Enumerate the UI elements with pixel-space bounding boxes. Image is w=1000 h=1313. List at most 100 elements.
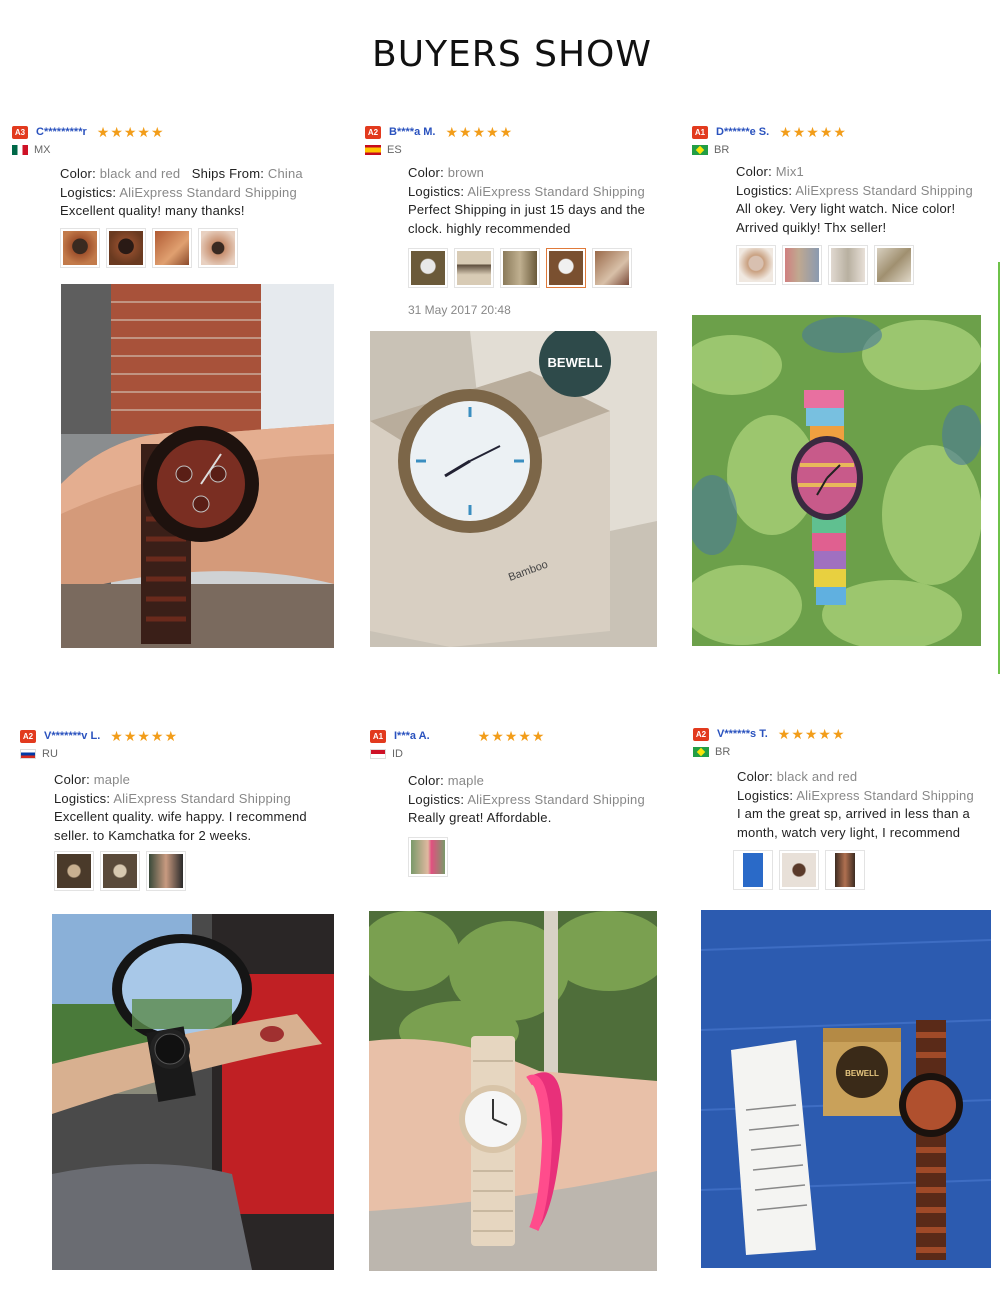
page-title: BUYERS SHOW bbox=[372, 34, 652, 75]
photo-thumbnail[interactable] bbox=[152, 228, 192, 268]
review-date: 31 May 2017 20:48 bbox=[408, 303, 511, 317]
country-code: ID bbox=[392, 748, 403, 760]
level-badge: A1 bbox=[370, 729, 386, 743]
review-text: All okey. Very light watch. Nice color! bbox=[736, 201, 956, 216]
review-text: Perfect Shipping in just 15 days and the bbox=[408, 202, 646, 217]
review-text: Arrived quikly! Thx seller! bbox=[736, 219, 887, 235]
photo-thumbnail[interactable] bbox=[60, 228, 100, 268]
color-value: brown bbox=[447, 165, 485, 180]
color-value: Mix1 bbox=[775, 164, 804, 179]
color-label: Color: bbox=[54, 772, 90, 787]
flag-icon bbox=[365, 145, 381, 155]
country-code: ES bbox=[387, 144, 402, 156]
flag-icon bbox=[692, 145, 708, 155]
review-card: A2 B****a M. ★★★★★ ES Color: brown Logis… bbox=[365, 124, 665, 654]
color-value: black and red bbox=[99, 166, 181, 181]
review-text: Excellent quality. wife happy. I recomme… bbox=[54, 809, 307, 824]
photo-thumbnail[interactable] bbox=[733, 850, 773, 890]
review-text: clock. highly recommended bbox=[408, 220, 571, 236]
review-text: I am the great sp, arrived in less than … bbox=[737, 806, 970, 821]
color-label: Color: bbox=[408, 773, 444, 788]
country-code: RU bbox=[42, 748, 58, 760]
color-label: Color: bbox=[408, 165, 444, 180]
photo-thumbnail[interactable] bbox=[54, 851, 94, 891]
color-value: black and red bbox=[776, 769, 858, 784]
photo-thumbnail[interactable] bbox=[828, 245, 868, 285]
photo-thumbnail[interactable] bbox=[198, 228, 238, 268]
photo-thumbnail[interactable] bbox=[782, 245, 822, 285]
photo-thumbnail[interactable] bbox=[454, 248, 494, 288]
reviewer-name[interactable]: C*********r bbox=[36, 126, 87, 138]
logistics-value: AliExpress Standard Shipping bbox=[113, 790, 291, 806]
review-photo[interactable] bbox=[52, 914, 334, 1270]
reviewer-name[interactable]: V*******v L. bbox=[44, 730, 100, 742]
rating-stars: ★★★★★ bbox=[110, 727, 179, 744]
reviewer-name[interactable]: I***a A. bbox=[394, 730, 430, 742]
ships-value: China bbox=[267, 166, 303, 181]
photo-thumbnail[interactable] bbox=[736, 245, 776, 285]
rating-stars: ★★★★★ bbox=[777, 725, 846, 742]
review-photo[interactable]: BEWELL bbox=[701, 910, 991, 1268]
flag-icon bbox=[20, 749, 36, 759]
photo-thumbnail[interactable] bbox=[825, 850, 865, 890]
color-value: maple bbox=[447, 773, 485, 788]
review-photo[interactable] bbox=[692, 315, 981, 646]
reviewer-name[interactable]: V******s T. bbox=[717, 728, 768, 740]
color-label: Color: bbox=[60, 166, 96, 181]
review-card: A2 V*******v L. ★★★★★ RU Color: maple Lo… bbox=[20, 728, 350, 1273]
level-badge: A2 bbox=[693, 727, 709, 741]
logistics-value: AliExpress Standard Shipping bbox=[467, 183, 645, 199]
review-text: Excellent quality! many thanks! bbox=[60, 203, 245, 218]
photo-thumbnail-selected[interactable] bbox=[546, 248, 586, 288]
country-code: MX bbox=[34, 144, 51, 156]
level-badge: A2 bbox=[365, 125, 381, 139]
color-label: Color: bbox=[736, 164, 772, 179]
review-photo[interactable]: BEWELL Bamboo bbox=[370, 331, 657, 647]
logistics-label: Logistics: bbox=[736, 182, 793, 198]
logistics-value: AliExpress Standard Shipping bbox=[796, 787, 974, 803]
photo-thumbnail[interactable] bbox=[779, 850, 819, 890]
color-value: maple bbox=[93, 772, 131, 787]
photo-thumbnail[interactable] bbox=[592, 248, 632, 288]
photo-thumbnail[interactable] bbox=[408, 837, 448, 877]
level-badge: A2 bbox=[20, 729, 36, 743]
color-label: Color: bbox=[737, 769, 773, 784]
ships-label: Ships From: bbox=[191, 166, 265, 181]
logistics-label: Logistics: bbox=[408, 791, 465, 807]
photo-thumbnail[interactable] bbox=[500, 248, 540, 288]
level-badge: A1 bbox=[692, 125, 708, 139]
review-text: Really great! Affordable. bbox=[408, 810, 552, 825]
reviewer-name[interactable]: B****a M. bbox=[389, 126, 435, 138]
review-card: A1 I***a A. ★★★★★ ID Color: maple Logist… bbox=[369, 727, 670, 1273]
brand-text: BEWELL bbox=[845, 1069, 879, 1078]
flag-icon bbox=[370, 749, 386, 759]
review-text: seller. to Kamchatka for 2 weeks. bbox=[54, 827, 252, 843]
review-card: A2 V******s T. ★★★★★ BR Color: black and… bbox=[693, 726, 998, 1271]
rating-stars: ★★★★★ bbox=[477, 727, 546, 744]
review-photo[interactable] bbox=[369, 911, 657, 1271]
photo-thumbnail[interactable] bbox=[146, 851, 186, 891]
country-code: BR bbox=[714, 144, 730, 156]
logistics-label: Logistics: bbox=[54, 790, 111, 806]
photo-thumbnail[interactable] bbox=[106, 228, 146, 268]
flag-icon bbox=[693, 747, 709, 757]
country-code: BR bbox=[715, 746, 731, 758]
brand-text: BEWELL bbox=[548, 355, 603, 370]
logistics-label: Logistics: bbox=[60, 184, 117, 200]
reviewer-name[interactable]: D******e S. bbox=[716, 126, 769, 138]
review-card: A1 D******e S. ★★★★★ BR Color: Mix1 Logi… bbox=[692, 124, 997, 654]
logistics-value: AliExpress Standard Shipping bbox=[467, 791, 645, 807]
logistics-label: Logistics: bbox=[737, 787, 794, 803]
flag-icon bbox=[12, 145, 28, 155]
logistics-value: AliExpress Standard Shipping bbox=[119, 184, 297, 200]
logistics-value: AliExpress Standard Shipping bbox=[795, 182, 973, 198]
level-badge: A3 bbox=[12, 125, 28, 139]
logistics-label: Logistics: bbox=[408, 183, 465, 199]
photo-thumbnail[interactable] bbox=[100, 851, 140, 891]
photo-thumbnail[interactable] bbox=[408, 248, 448, 288]
rating-stars: ★★★★★ bbox=[445, 123, 514, 140]
review-photo[interactable] bbox=[61, 284, 334, 648]
photo-thumbnail[interactable] bbox=[874, 245, 914, 285]
review-text: month, watch very light, I recommend bbox=[737, 824, 961, 840]
rating-stars: ★★★★★ bbox=[779, 123, 847, 140]
